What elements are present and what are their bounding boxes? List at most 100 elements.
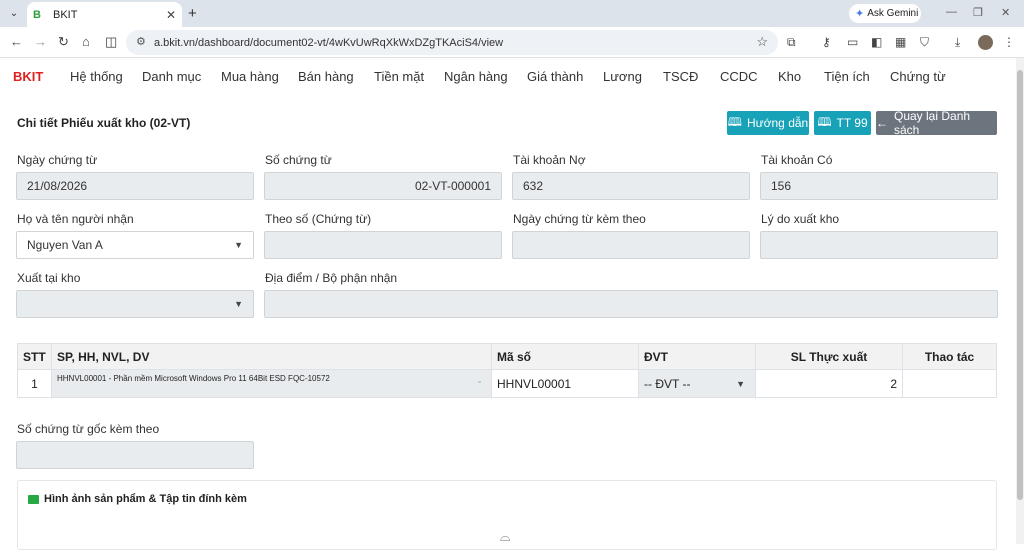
menu-chung-tu[interactable]: Chứng từ <box>890 69 946 84</box>
chevron-down-icon: ▼ <box>234 240 243 250</box>
address-toolbar: ← → ↻ ⌂ ◫ ⚙ a.bkit.vn/dashboard/document… <box>0 27 1024 58</box>
ngay-chung-tu-field[interactable]: 21/08/2026 <box>16 172 254 200</box>
label-tk-no: Tài khoản Nợ <box>513 153 586 167</box>
header-dvt: ĐVT <box>638 343 756 370</box>
so-chung-tu-goc-field[interactable] <box>16 441 254 469</box>
bookmark-star-icon[interactable]: ☆ <box>756 34 768 50</box>
header-ma-so: Mã số <box>491 343 639 370</box>
menu-tscd[interactable]: TSCĐ <box>663 69 698 84</box>
tab-title: BKIT <box>53 8 78 21</box>
window-close-icon[interactable]: ✕ <box>1001 6 1010 19</box>
site-info-icon[interactable]: ⚙ <box>136 35 146 48</box>
ngay-kem-theo-field[interactable] <box>512 231 750 259</box>
download-icon[interactable]: ⤓ <box>955 35 960 50</box>
back-to-list-button[interactable]: ← Quay lại Danh sách <box>876 109 997 137</box>
so-chung-tu-field[interactable]: 02-VT-000001 <box>264 172 502 200</box>
label-ngay-chung-tu: Ngày chứng từ <box>17 153 98 167</box>
more-menu-icon[interactable]: ⋮ <box>1003 35 1015 49</box>
table-row: 1 HHNVL00001 - Phần mềm Microsoft Window… <box>17 369 997 398</box>
menu-luong[interactable]: Lương <box>603 69 642 84</box>
label-ly-do: Lý do xuất kho <box>761 212 840 226</box>
label-dia-diem: Địa điểm / Bộ phận nhận <box>265 271 398 285</box>
page-scrollbar[interactable] <box>1016 58 1024 544</box>
book-icon: 🕮 <box>817 114 832 129</box>
tab-search-chevron-icon[interactable]: ⌄ <box>5 5 23 22</box>
browser-tab-strip: ⌄ B BKIT ✕ + ✦ Ask Gemini — ❐ ✕ <box>0 0 1024 27</box>
ask-gemini-button[interactable]: ✦ Ask Gemini <box>849 4 921 23</box>
reading-mode-icon[interactable]: ◫ <box>105 34 117 50</box>
chevron-down-icon: ▼ <box>736 379 745 389</box>
cell-stt: 1 <box>17 369 52 398</box>
guide-button[interactable]: 🕮 Hướng dẫn <box>727 111 809 135</box>
menu-gia-thanh[interactable]: Giá thành <box>527 69 583 84</box>
xuat-tai-kho-select[interactable]: ▼ <box>16 290 254 318</box>
menu-danh-muc[interactable]: Danh mục <box>142 69 201 84</box>
cell-sl-input[interactable]: 2 <box>755 369 903 398</box>
menu-ccdc[interactable]: CCDC <box>720 69 758 84</box>
back-icon[interactable]: ← <box>10 34 23 49</box>
theo-so-field[interactable] <box>264 231 502 259</box>
sidebar-icon[interactable]: ◧ <box>871 35 882 49</box>
key-icon[interactable]: ⚷ <box>822 35 831 49</box>
cell-ma-so: HHNVL00001 <box>491 369 639 398</box>
ly-do-field[interactable] <box>760 231 998 259</box>
label-so-chung-tu-goc: Số chứng từ gốc kèm theo <box>17 422 160 436</box>
attachments-panel: Hình ảnh sản phẩm & Tập tin đính kèm ⌓ <box>17 480 997 550</box>
label-nguoi-nhan: Họ và tên người nhận <box>17 212 134 226</box>
attachments-title: Hình ảnh sản phẩm & Tập tin đính kèm <box>44 493 247 505</box>
tk-no-field[interactable]: 632 <box>512 172 750 200</box>
items-table: STT SP, HH, NVL, DV Mã số ĐVT SL Thực xu… <box>17 343 997 398</box>
browser-tab[interactable]: B BKIT ✕ <box>27 2 182 27</box>
new-tab-icon[interactable]: + <box>188 5 197 22</box>
label-tk-co: Tài khoản Có <box>761 153 833 167</box>
header-stt: STT <box>17 343 52 370</box>
profile-avatar[interactable] <box>978 35 993 50</box>
menu-tien-mat[interactable]: Tiền mặt <box>374 69 424 84</box>
minimize-icon[interactable]: — <box>946 6 957 18</box>
tab-grid-icon[interactable]: ▦ <box>895 35 906 49</box>
tk-co-field[interactable]: 156 <box>760 172 998 200</box>
header-thao-tac: Thao tác <box>902 343 997 370</box>
brand-logo[interactable]: BKIT <box>13 69 43 84</box>
label-xuat-tai-kho: Xuất tại kho <box>17 271 81 285</box>
image-icon <box>28 494 39 504</box>
chevron-down-icon: ⌄ <box>476 376 483 385</box>
menu-ngan-hang[interactable]: Ngân hàng <box>444 69 508 84</box>
page-title: Chi tiết Phiếu xuất kho (02-VT) <box>17 116 191 130</box>
url-bar[interactable]: ⚙ a.bkit.vn/dashboard/document02-vt/4wKv… <box>126 30 778 55</box>
gemini-sparkle-icon: ✦ <box>855 8 865 20</box>
label-theo-so: Theo số (Chứng từ) <box>265 212 372 226</box>
menu-tien-ich[interactable]: Tiện ích <box>824 69 870 84</box>
cell-dvt-select[interactable]: -- ĐVT -- ▼ <box>638 369 756 398</box>
menu-mua-hang[interactable]: Mua hàng <box>221 69 279 84</box>
cell-thao-tac <box>902 369 997 398</box>
label-ngay-kem-theo: Ngày chứng từ kèm theo <box>513 212 646 226</box>
menu-kho[interactable]: Kho <box>778 69 801 84</box>
extensions-icon[interactable]: ⧉ <box>787 35 796 50</box>
card-icon[interactable]: ▭ <box>847 35 858 49</box>
cell-sp-select[interactable]: HHNVL00001 - Phần mềm Microsoft Windows … <box>51 369 492 398</box>
header-sl: SL Thực xuất <box>755 343 903 370</box>
book-icon: 🕮 <box>727 114 742 129</box>
close-tab-icon[interactable]: ✕ <box>166 8 176 22</box>
favicon: B <box>33 8 41 21</box>
table-header-row: STT SP, HH, NVL, DV Mã số ĐVT SL Thực xu… <box>17 343 997 370</box>
label-so-chung-tu: Số chứng từ <box>265 153 332 167</box>
reload-icon[interactable]: ↻ <box>58 34 69 50</box>
menu-he-thong[interactable]: Hệ thống <box>70 69 123 84</box>
upload-tray-icon[interactable]: ⌓ <box>500 529 510 545</box>
maximize-icon[interactable]: ❐ <box>973 6 983 19</box>
home-icon[interactable]: ⌂ <box>82 34 90 49</box>
scrollbar-thumb[interactable] <box>1017 70 1023 500</box>
menu-ban-hang[interactable]: Bán hàng <box>298 69 354 84</box>
incognito-icon[interactable]: ⛉ <box>920 35 929 50</box>
arrow-left-icon: ← <box>876 116 888 130</box>
main-menu: BKIT Hệ thống Danh mục Mua hàng Bán hàng… <box>0 58 1016 96</box>
url-text: a.bkit.vn/dashboard/document02-vt/4wKvUw… <box>154 36 504 49</box>
chevron-down-icon: ▼ <box>234 299 243 309</box>
dia-diem-field[interactable] <box>264 290 998 318</box>
header-sp: SP, HH, NVL, DV <box>51 343 492 370</box>
forward-icon[interactable]: → <box>34 34 47 49</box>
tt99-button[interactable]: 🕮 TT 99 <box>814 111 871 135</box>
nguoi-nhan-select[interactable]: Nguyen Van A ▼ <box>16 231 254 259</box>
